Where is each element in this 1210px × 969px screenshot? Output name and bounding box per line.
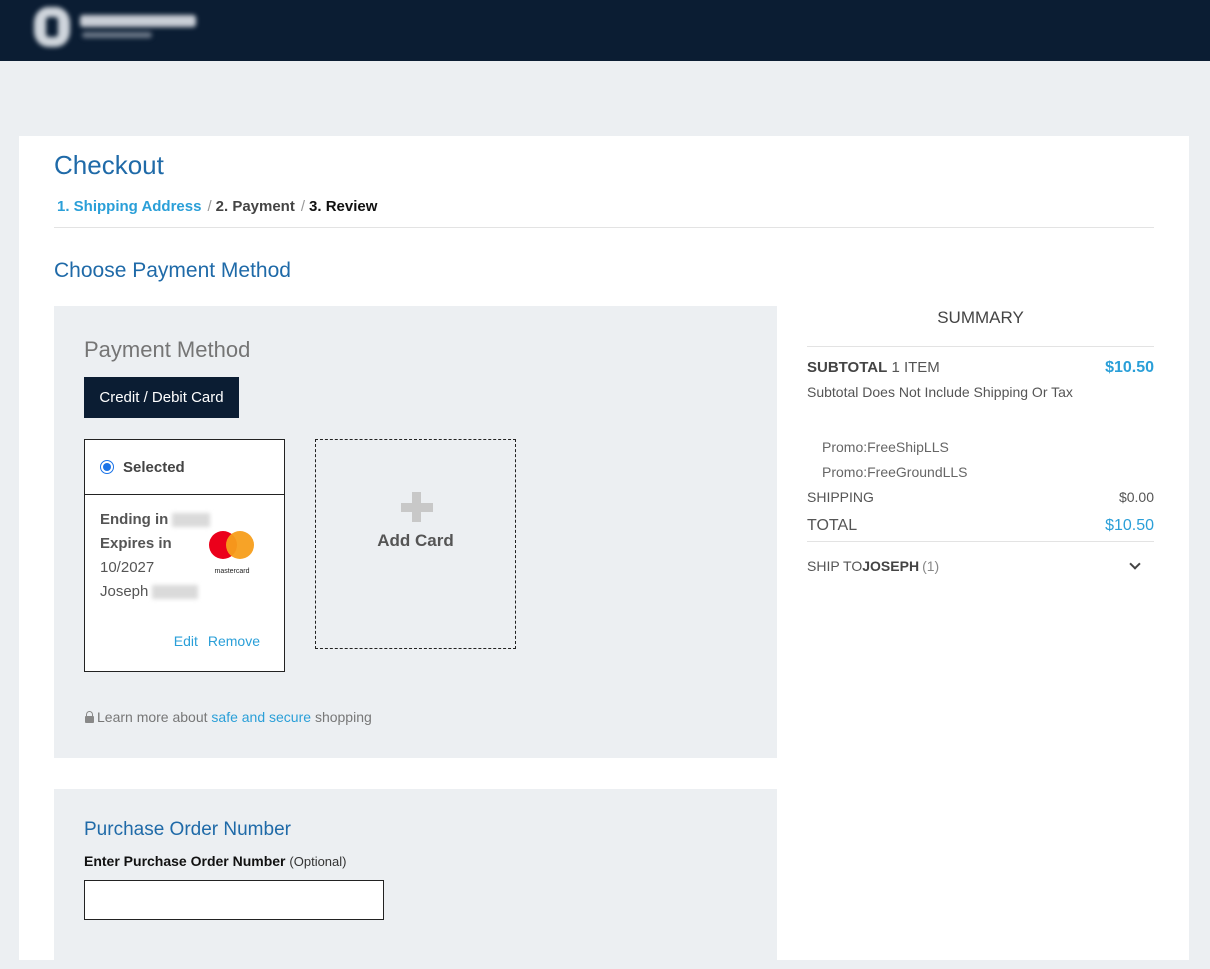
- subtotal-note: Subtotal Does Not Include Shipping Or Ta…: [807, 384, 1073, 400]
- shipping-label: SHIPPING: [807, 489, 874, 505]
- checkout-steps-breadcrumb: 1. Shipping Address/2. Payment/3. Review: [57, 198, 377, 215]
- shipping-amount: $0.00: [1118, 489, 1154, 505]
- promo-code: Promo:FreeShipLLS: [822, 439, 949, 455]
- subtotal-label: SUBTOTAL: [807, 359, 888, 376]
- item-count: 1 ITEM: [891, 359, 940, 376]
- checkout-panel: Checkout 1. Shipping Address/2. Payment /…: [19, 136, 1189, 969]
- divider: [54, 227, 1154, 228]
- redacted-cardholder-last-name: [152, 585, 199, 600]
- ship-to-label: SHIP TO: [807, 558, 863, 574]
- secure-suffix: shopping: [314, 709, 372, 725]
- ship-to-toggle[interactable]: SHIP TOJOSEPH (1): [807, 542, 1154, 590]
- order-summary: SUMMARY SUBTOTAL 1 ITEM $10.50 Subtotal …: [807, 306, 1154, 590]
- shipping-row: SHIPPING $0.00: [807, 485, 1154, 509]
- add-card-label: Add Card: [377, 531, 454, 550]
- mastercard-orange-circle: [226, 531, 254, 559]
- top-bar: [0, 0, 1210, 61]
- logo-tagline: [82, 32, 152, 38]
- breadcrumb-separator: /: [207, 198, 212, 215]
- saved-card-header: Selected: [85, 440, 284, 495]
- lock-icon: [84, 711, 94, 723]
- purchase-order-input[interactable]: [84, 880, 384, 920]
- purchase-order-label: Enter Purchase Order Number (Optional): [84, 853, 346, 869]
- secure-shopping-note: Learn more about safe and secure shoppin…: [84, 709, 372, 725]
- edit-card-link[interactable]: Edit: [174, 633, 198, 649]
- total-amount: $10.50: [1105, 517, 1154, 534]
- choose-payment-title: Choose Payment Method: [54, 259, 291, 282]
- credit-debit-card-tab[interactable]: Credit / Debit Card: [84, 377, 239, 418]
- page-title: Checkout: [54, 150, 164, 180]
- payment-method-box: Payment Method Credit / Debit Card Selec…: [54, 306, 777, 758]
- secure-prefix: Learn more about: [97, 709, 208, 725]
- saved-card-details: Ending in Expires in 10/2027 Joseph mast…: [85, 495, 284, 604]
- card-actions: Edit Remove: [164, 633, 260, 649]
- logo-wordmark: [80, 15, 196, 27]
- card-select-radio[interactable]: [100, 460, 114, 474]
- ending-in-label: Ending in: [100, 511, 169, 528]
- subtotal-amount: $10.50: [1105, 359, 1154, 376]
- ship-to-count: (1): [922, 558, 940, 574]
- safe-and-secure-link[interactable]: safe and secure: [211, 709, 311, 725]
- breadcrumb-separator: /: [300, 198, 306, 215]
- promo-code: Promo:FreeGroundLLS: [822, 464, 968, 480]
- step-review: 3. Review: [309, 198, 378, 215]
- add-card-button[interactable]: Add Card: [315, 439, 516, 649]
- chevron-down-icon[interactable]: [1129, 558, 1141, 570]
- plus-icon: [401, 492, 433, 524]
- remove-card-link[interactable]: Remove: [208, 633, 260, 649]
- ship-to-name: JOSEPH: [862, 558, 920, 574]
- step-payment: 2. Payment: [215, 198, 295, 215]
- mastercard-logo-icon: mastercard: [209, 531, 257, 575]
- purchase-order-label-text: Enter Purchase Order Number: [84, 853, 286, 869]
- subtotal-label-group: SUBTOTAL 1 ITEM: [807, 359, 940, 376]
- cardholder-first-name: Joseph: [100, 583, 149, 600]
- total-label: TOTAL: [807, 517, 858, 534]
- lighthouse-logo-icon: [34, 7, 70, 47]
- saved-card[interactable]: Selected Ending in Expires in 10/2027 Jo…: [84, 439, 285, 672]
- subtotal-row: SUBTOTAL 1 ITEM $10.50: [807, 359, 1154, 381]
- mastercard-wordmark: mastercard: [214, 568, 250, 575]
- step-shipping-address[interactable]: 1. Shipping Address: [57, 198, 201, 215]
- redacted-card-digits: [172, 513, 211, 528]
- selected-label: Selected: [123, 459, 185, 476]
- purchase-order-title: Purchase Order Number: [84, 819, 291, 840]
- payment-method-heading: Payment Method: [84, 337, 251, 362]
- purchase-order-box: Purchase Order Number Enter Purchase Ord…: [54, 789, 777, 969]
- summary-heading: SUMMARY: [807, 306, 1154, 347]
- total-row: TOTAL $10.50: [807, 509, 1154, 542]
- brand-logo[interactable]: [30, 5, 200, 49]
- optional-label: (Optional): [289, 854, 347, 869]
